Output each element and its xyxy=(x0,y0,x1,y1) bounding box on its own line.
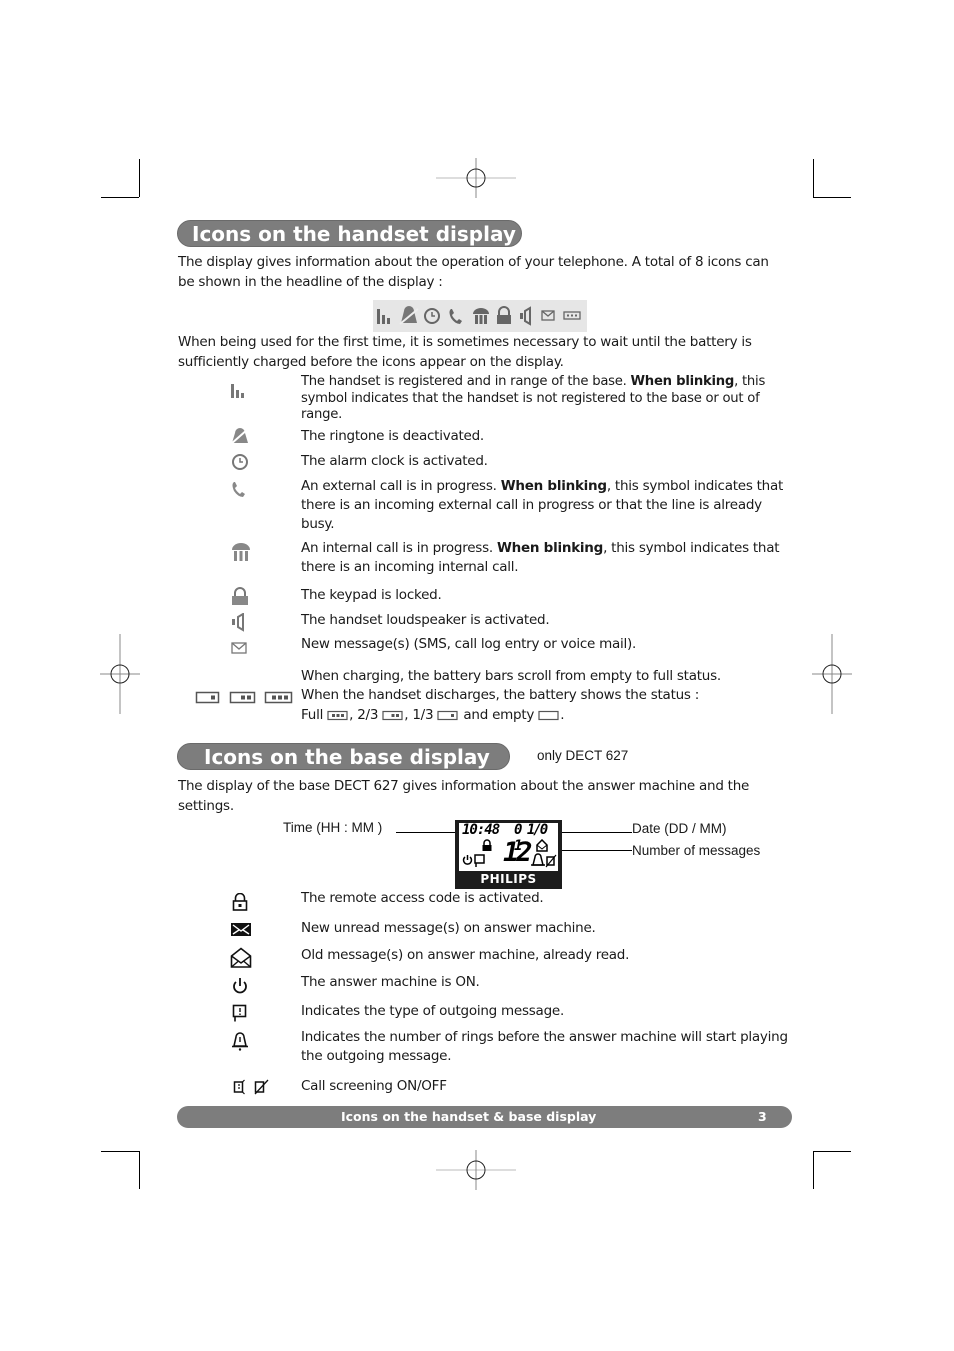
lcd-icons xyxy=(462,839,557,868)
power-icon xyxy=(233,978,247,994)
padlock-icon xyxy=(482,839,492,851)
power-icon xyxy=(462,855,473,865)
crop-mark xyxy=(139,159,140,197)
handset-note: When being used for the first time, it i… xyxy=(178,334,752,370)
crop-mark xyxy=(813,1151,814,1189)
battery-full-icon xyxy=(327,710,348,720)
handset-item: The alarm clock is activated. xyxy=(301,453,488,469)
open-envelope-icon xyxy=(230,947,252,968)
base-item: Old message(s) on answer machine, alread… xyxy=(301,947,630,963)
signal-icon xyxy=(377,309,390,324)
battery-1-3-icon xyxy=(195,691,220,704)
ringer-off-icon xyxy=(399,306,419,325)
base-intro: The display of the base DECT 627 gives i… xyxy=(178,778,750,814)
call-screening-off-icon xyxy=(254,1079,269,1095)
lcd-screen: 10:48 0 1/0 1 12 xyxy=(459,822,558,871)
open-envelope-icon xyxy=(536,839,548,852)
loudspeaker-icon xyxy=(520,306,531,326)
alarm-clock-icon xyxy=(232,454,248,470)
handset-intro: The display gives information about the … xyxy=(178,254,769,290)
philips-logo: PHILIPS xyxy=(480,872,537,886)
date-label: Date (DD / MM) xyxy=(632,821,727,836)
message-icon xyxy=(541,310,555,321)
handset-item: The handset is registered and in range o… xyxy=(301,374,766,422)
padlock-icon xyxy=(232,893,248,911)
new-message-envelope-icon xyxy=(231,923,251,936)
battery-line-2: When the handset discharges, the battery… xyxy=(301,687,700,703)
registration-mark xyxy=(436,1150,516,1190)
message-icon xyxy=(231,642,247,654)
registration-mark xyxy=(436,158,516,198)
battery-full-icon xyxy=(264,691,293,704)
base-item: Indicates the type of outgoing message. xyxy=(301,1003,564,1019)
handset-item: New message(s) (SMS, call log entry or v… xyxy=(301,636,637,652)
icon-strip xyxy=(373,300,587,332)
battery-empty-icon xyxy=(538,710,559,720)
speech-bubble-icon xyxy=(232,1004,247,1022)
dect-627-tag: only DECT 627 xyxy=(537,748,629,763)
battery-2-3-icon xyxy=(382,710,403,720)
ringer-off-icon xyxy=(230,428,249,445)
call-screening-on-icon xyxy=(233,1079,245,1095)
base-lcd-display: 10:48 0 1/0 1 12 PHILIPS xyxy=(455,820,562,889)
battery-icon xyxy=(563,311,581,320)
crop-mark xyxy=(139,1151,140,1189)
battery-line-3: Full , 2/3 , 1/3 and empty . xyxy=(301,707,565,723)
signal-icon xyxy=(231,384,244,398)
base-item: Call screening ON/OFF xyxy=(301,1078,447,1094)
footer-title: Icons on the handset & base display xyxy=(341,1109,597,1124)
crop-mark xyxy=(101,197,139,198)
external-call-icon xyxy=(449,309,462,324)
section-heading-handset: Icons on the handset display xyxy=(177,220,522,247)
battery-2-3-icon xyxy=(229,691,256,704)
base-item: New unread message(s) on answer machine. xyxy=(301,920,596,936)
handset-item: The ringtone is deactivated. xyxy=(301,428,484,444)
time-leader-line xyxy=(396,832,456,833)
external-call-icon xyxy=(232,482,245,497)
lcd-time: 10:48 xyxy=(462,822,500,838)
crop-mark xyxy=(813,159,814,197)
keypad-lock-icon xyxy=(232,587,248,605)
loudspeaker-icon xyxy=(232,613,244,632)
registration-mark xyxy=(812,634,852,714)
date-leader-line xyxy=(562,832,632,833)
crop-mark xyxy=(813,1151,851,1152)
crop-mark xyxy=(813,197,851,198)
registration-mark xyxy=(100,634,140,714)
crop-mark xyxy=(101,1151,139,1152)
handset-item: The handset loudspeaker is activated. xyxy=(301,612,550,628)
messages-label: Number of messages xyxy=(632,843,761,858)
battery-line-1: When charging, the battery bars scroll f… xyxy=(301,668,721,684)
base-item: The answer machine is ON. xyxy=(301,974,480,990)
keypad-lock-icon xyxy=(497,306,511,324)
base-item: Indicates the number of rings before the… xyxy=(301,1029,788,1064)
bell-icon xyxy=(531,853,545,866)
handset-item: An external call is in progress. When bl… xyxy=(301,478,784,532)
internal-call-icon xyxy=(473,308,489,324)
internal-call-icon xyxy=(232,543,250,561)
time-label: Time (HH : MM ) xyxy=(283,820,383,835)
speech-bubble-icon xyxy=(474,854,485,867)
page-number: 3 xyxy=(758,1109,767,1124)
handset-item: An internal call is in progress. When bl… xyxy=(301,540,780,575)
handset-item: The keypad is locked. xyxy=(301,587,442,603)
base-item: The remote access code is activated. xyxy=(301,890,544,906)
alarm-clock-icon xyxy=(424,308,440,324)
page-footer: Icons on the handset & base display 3 xyxy=(177,1106,792,1128)
battery-1-3-icon xyxy=(437,710,458,720)
section-heading-base: Icons on the base display xyxy=(177,743,510,770)
call-screening-icon xyxy=(545,854,557,868)
bell-icon xyxy=(232,1032,248,1051)
